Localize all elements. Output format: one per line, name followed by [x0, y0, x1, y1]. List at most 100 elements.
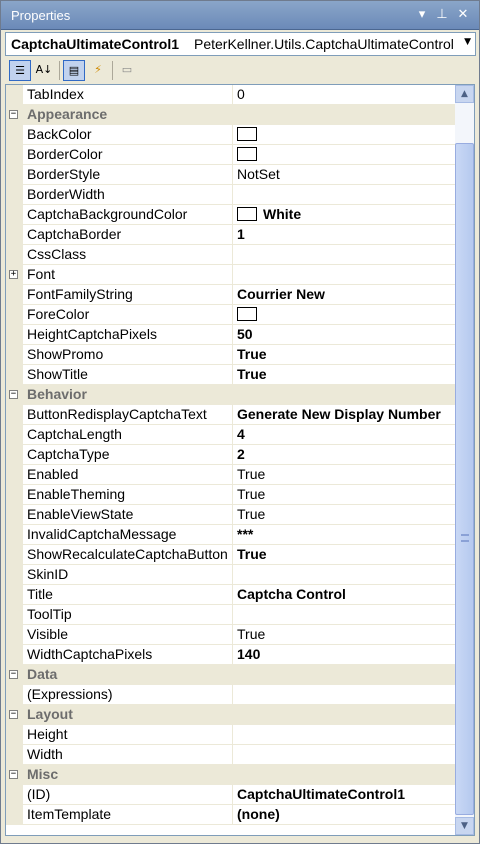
category-row[interactable]: − Appearance [6, 105, 455, 125]
color-swatch-icon [237, 307, 257, 321]
property-value[interactable] [234, 685, 455, 705]
property-row[interactable]: TabIndex 0 [6, 85, 455, 105]
property-row[interactable]: (Expressions) [6, 685, 455, 705]
category-row[interactable]: − Behavior [6, 385, 455, 405]
collapse-icon[interactable]: − [9, 770, 18, 779]
property-row[interactable]: HeightCaptchaPixels 50 [6, 325, 455, 345]
property-value[interactable] [234, 725, 455, 745]
property-row[interactable]: BorderStyle NotSet [6, 165, 455, 185]
category-row[interactable]: − Layout [6, 705, 455, 725]
property-value-text: Generate New Display Number [237, 406, 441, 422]
property-row[interactable]: ToolTip [6, 605, 455, 625]
property-value[interactable] [234, 605, 455, 625]
property-value[interactable]: (none) [234, 805, 455, 825]
property-row[interactable]: Title Captcha Control [6, 585, 455, 605]
property-name: Font [24, 265, 233, 285]
property-row[interactable]: BorderColor [6, 145, 455, 165]
property-value-text: True [237, 366, 267, 382]
property-value[interactable] [234, 145, 455, 165]
property-value[interactable]: 4 [234, 425, 455, 445]
property-value[interactable]: Captcha Control [234, 585, 455, 605]
property-row[interactable]: CaptchaBackgroundColor White [6, 205, 455, 225]
property-value[interactable]: True [234, 365, 455, 385]
row-gutter [6, 425, 23, 445]
scroll-down-icon[interactable]: ▼ [455, 817, 474, 835]
property-row[interactable]: ItemTemplate (none) [6, 805, 455, 825]
collapse-icon[interactable]: − [9, 390, 18, 399]
object-selector[interactable]: CaptchaUltimateControl1 PeterKellner.Uti… [5, 32, 476, 56]
property-row[interactable]: EnableTheming True [6, 485, 455, 505]
property-value-text: True [237, 626, 266, 642]
category-row[interactable]: − Misc [6, 765, 455, 785]
property-row[interactable]: ShowRecalculateCaptchaButton True [6, 545, 455, 565]
property-row[interactable]: (ID) CaptchaUltimateControl1 [6, 785, 455, 805]
property-value-text: True [237, 466, 266, 482]
property-value[interactable] [234, 305, 455, 325]
row-gutter [6, 745, 23, 765]
property-row[interactable]: EnableViewState True [6, 505, 455, 525]
property-row[interactable]: CssClass [6, 245, 455, 265]
property-value[interactable]: True [234, 625, 455, 645]
property-value[interactable] [234, 125, 455, 145]
row-gutter [6, 125, 23, 145]
property-value[interactable]: CaptchaUltimateControl1 [234, 785, 455, 805]
property-value-text: White [263, 206, 302, 222]
scroll-up-icon[interactable]: ▲ [455, 85, 474, 103]
properties-icon[interactable]: ▤ [63, 60, 85, 81]
property-row[interactable]: SkinID [6, 565, 455, 585]
property-value[interactable] [234, 265, 455, 285]
property-value[interactable]: 0 [234, 85, 455, 105]
property-row[interactable]: ButtonRedisplayCaptchaText Generate New D… [6, 405, 455, 425]
property-row[interactable]: ShowTitle True [6, 365, 455, 385]
property-value[interactable] [234, 565, 455, 585]
dropdown-icon[interactable]: ▾ [413, 6, 431, 24]
property-value[interactable]: 140 [234, 645, 455, 665]
property-value[interactable]: 2 [234, 445, 455, 465]
category-row[interactable]: − Data [6, 665, 455, 685]
row-gutter [6, 785, 23, 805]
property-row[interactable]: CaptchaLength 4 [6, 425, 455, 445]
property-row[interactable]: ShowPromo True [6, 345, 455, 365]
vertical-scrollbar[interactable]: ▲ ▼ [455, 85, 474, 835]
property-value[interactable]: True [234, 545, 455, 565]
property-value[interactable]: True [234, 505, 455, 525]
categorized-icon[interactable]: ☰ [9, 60, 31, 81]
property-value[interactable]: NotSet [234, 165, 455, 185]
collapse-icon[interactable]: − [9, 710, 18, 719]
property-row[interactable]: CaptchaType 2 [6, 445, 455, 465]
pin-icon[interactable]: ⊥ [433, 6, 451, 24]
property-value[interactable]: True [234, 485, 455, 505]
chevron-down-icon[interactable]: ▼ [464, 37, 471, 47]
property-value[interactable] [234, 745, 455, 765]
property-value[interactable]: Courrier New [234, 285, 455, 305]
property-value[interactable]: 1 [234, 225, 455, 245]
property-value[interactable]: *** [234, 525, 455, 545]
property-row[interactable]: BorderWidth [6, 185, 455, 205]
property-row[interactable]: InvalidCaptchaMessage *** [6, 525, 455, 545]
property-row[interactable]: + Font [6, 265, 455, 285]
property-row[interactable]: CaptchaBorder 1 [6, 225, 455, 245]
collapse-icon[interactable]: − [9, 110, 18, 119]
collapse-icon[interactable]: − [9, 670, 18, 679]
property-value[interactable]: True [234, 345, 455, 365]
property-row[interactable]: Enabled True [6, 465, 455, 485]
property-row[interactable]: Height [6, 725, 455, 745]
property-value[interactable] [234, 245, 455, 265]
property-row[interactable]: FontFamilyString Courrier New [6, 285, 455, 305]
property-row[interactable]: WidthCaptchaPixels 140 [6, 645, 455, 665]
property-pages-icon[interactable]: ▭ [116, 60, 138, 81]
property-row[interactable]: ForeColor [6, 305, 455, 325]
property-row[interactable]: Width [6, 745, 455, 765]
property-value[interactable]: White [234, 205, 455, 225]
property-row[interactable]: Visible True [6, 625, 455, 645]
property-value[interactable] [234, 185, 455, 205]
property-row[interactable]: BackColor [6, 125, 455, 145]
events-icon[interactable]: ⚡ [87, 60, 109, 81]
property-value[interactable]: 50 [234, 325, 455, 345]
property-value[interactable]: True [234, 465, 455, 485]
scrollbar-thumb[interactable] [455, 143, 474, 815]
expand-icon[interactable]: + [9, 270, 18, 279]
close-icon[interactable]: ✕ [454, 6, 472, 24]
property-value[interactable]: Generate New Display Number [234, 405, 455, 425]
alphabetical-icon[interactable]: A↓ [33, 60, 55, 81]
